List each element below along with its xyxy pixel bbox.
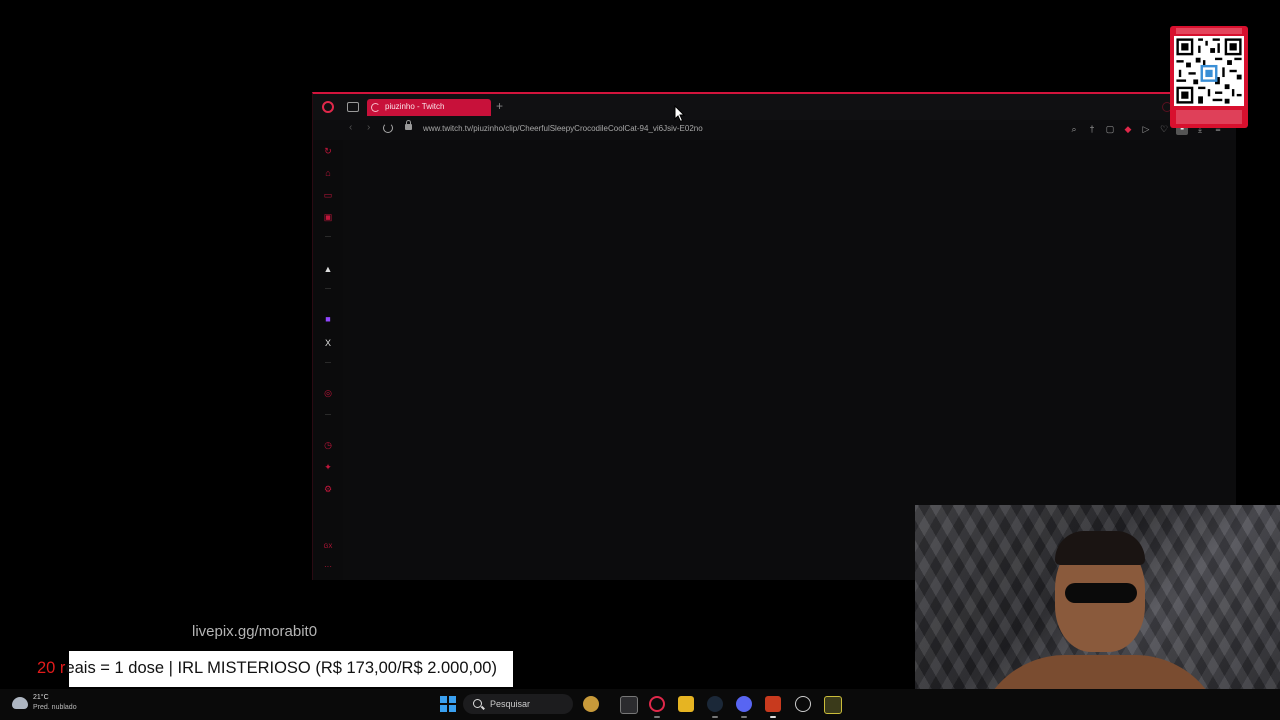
snapshot-icon[interactable]: ▢: [1104, 123, 1116, 135]
task-view-icon[interactable]: [620, 696, 638, 714]
x-icon[interactable]: X: [323, 338, 333, 348]
play-icon[interactable]: ▷: [1140, 123, 1152, 135]
twitch-icon[interactable]: ■: [323, 314, 333, 324]
active-indicator: [770, 716, 776, 718]
history-icon[interactable]: ↻: [323, 146, 333, 156]
clock-icon[interactable]: ◷: [323, 440, 333, 450]
donation-goal-text: 20 reais = 1 dose | IRL MISTERIOSO (R$ 1…: [37, 659, 497, 678]
cloud-icon[interactable]: [12, 697, 28, 709]
webcam-feed: [915, 505, 1280, 720]
steam-icon[interactable]: [707, 696, 723, 712]
gx-icon[interactable]: GX: [323, 542, 333, 552]
sidebar-divider: [325, 362, 331, 363]
cat-widget-icon[interactable]: [583, 696, 599, 712]
donation-body: eais = 1 dose | IRL MISTERIOSO (R$ 173,0…: [65, 659, 497, 677]
running-indicator: [654, 716, 660, 718]
url-field[interactable]: www.twitch.tv/piuzinho/clip/CheerfulSlee…: [423, 124, 703, 133]
chat-icon[interactable]: ▭: [323, 190, 333, 200]
tab-piuzinho-twitch[interactable]: piuzinho - Twitch: [367, 99, 491, 116]
sidebar-divider: [325, 236, 331, 237]
sidebar: ↻ ⌂ ▭ ▣ ▲ ■ X ◎ ◷ ✦ ⚙ GX ···: [313, 140, 343, 580]
loading-spinner-icon: [371, 103, 380, 112]
new-tab-button[interactable]: +: [496, 99, 503, 113]
settings-icon[interactable]: ⚙: [323, 484, 333, 494]
qr-code-panel: [1170, 26, 1248, 128]
weather-condition[interactable]: Pred. nublado: [33, 704, 77, 711]
nav-icon[interactable]: ▲: [323, 264, 333, 274]
app-icon[interactable]: [765, 696, 781, 712]
livepix-link: livepix.gg/morabit0: [192, 623, 318, 640]
mouse-cursor-icon: [674, 105, 686, 123]
running-indicator: [712, 716, 718, 718]
file-explorer-icon[interactable]: [678, 696, 694, 712]
inbox-icon[interactable]: ▣: [323, 212, 333, 222]
zoom-icon[interactable]: ⌕: [1068, 123, 1080, 135]
windows-taskbar: 21°C Pred. nublado Pesquisar: [0, 689, 1280, 720]
reload-button[interactable]: [383, 123, 393, 133]
forward-button[interactable]: ›: [367, 122, 370, 133]
sidebar-divider: [325, 414, 331, 415]
more-icon[interactable]: ···: [323, 562, 333, 572]
heart-icon[interactable]: ♡: [1158, 123, 1170, 135]
discord-icon[interactable]: [736, 696, 752, 712]
puzzle-icon[interactable]: ✦: [323, 462, 333, 472]
back-button[interactable]: ‹: [349, 122, 352, 133]
qr-code-icon: [1174, 36, 1244, 106]
adblock-shield-icon[interactable]: ◆: [1122, 123, 1134, 135]
opera-gx-taskbar-icon[interactable]: [649, 696, 665, 712]
player-icon[interactable]: ◎: [323, 388, 333, 398]
sunglasses: [1065, 583, 1137, 603]
utility-icon[interactable]: [824, 696, 842, 714]
bag-icon[interactable]: ⌂: [323, 168, 333, 178]
donation-prefix: 20 r: [37, 659, 66, 677]
chrome-icon[interactable]: [795, 696, 811, 712]
taskbar-search[interactable]: Pesquisar: [463, 694, 573, 714]
opera-gx-logo-icon[interactable]: [322, 101, 334, 113]
address-bar: ‹ › www.twitch.tv/piuzinho/clip/Cheerful…: [313, 120, 1236, 140]
running-indicator: [741, 716, 747, 718]
search-placeholder: Pesquisar: [490, 699, 531, 709]
qr-caption-top: [1176, 28, 1242, 34]
workspace-icon[interactable]: [347, 102, 359, 112]
qr-caption-bottom: [1176, 110, 1242, 124]
streamer-hair: [1055, 531, 1145, 565]
tab-bar: piuzinho - Twitch +: [313, 94, 1236, 120]
sidebar-divider: [325, 288, 331, 289]
pin-icon[interactable]: †: [1086, 123, 1098, 135]
lock-icon: [405, 120, 412, 130]
start-button-icon[interactable]: [440, 696, 456, 712]
search-icon: [473, 699, 482, 708]
tab-title: piuzinho - Twitch: [385, 102, 445, 111]
weather-temperature[interactable]: 21°C: [33, 694, 49, 701]
